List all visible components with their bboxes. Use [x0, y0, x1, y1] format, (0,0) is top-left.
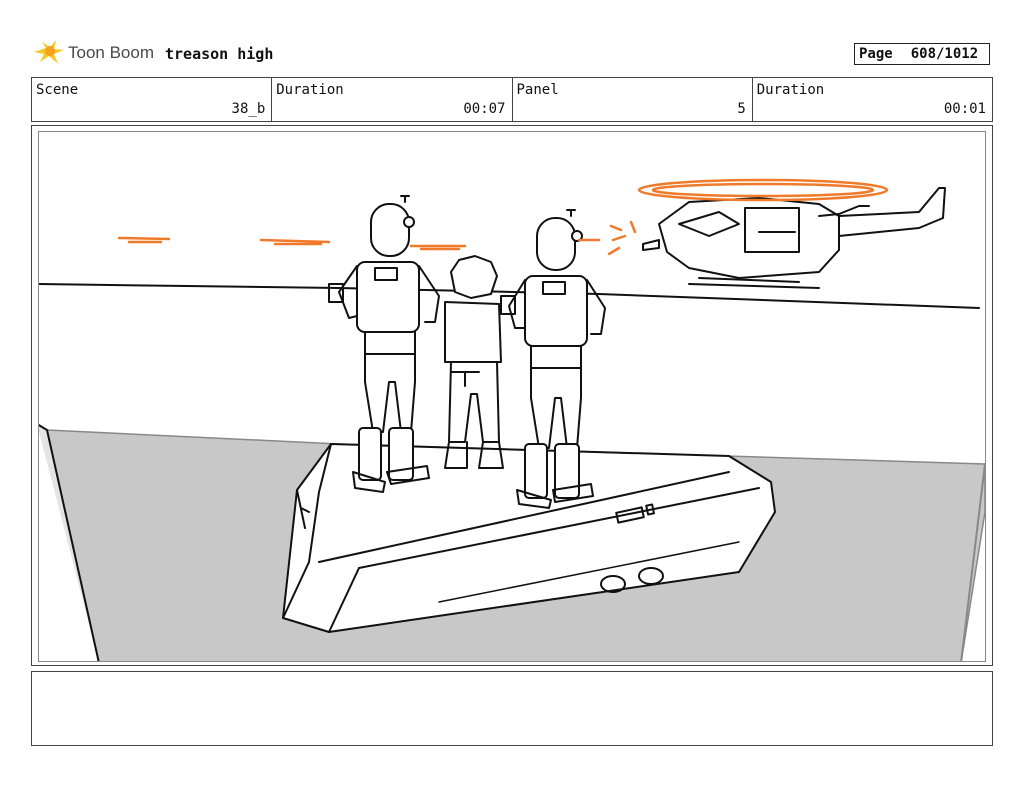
panel-value: 5 [737, 101, 746, 117]
page-value: 608/1012 [910, 46, 979, 62]
page-label: Page [859, 46, 893, 62]
scene-duration-cell: Duration 00:07 [272, 78, 513, 121]
panel-info-row: Scene 38_b Duration 00:07 Panel 5 Durati… [31, 77, 993, 122]
panel-sketch [39, 178, 985, 661]
scene-duration-value: 00:07 [463, 101, 506, 117]
toon-boom-logo-icon [34, 40, 64, 64]
muzzle-flash [607, 220, 637, 256]
panel-duration-cell: Duration 00:01 [753, 78, 992, 121]
scene-value: 38_b [231, 101, 266, 117]
page-indicator: Page 608/1012 [854, 43, 990, 65]
storyboard-panel-drawing [38, 131, 986, 662]
helicopter [642, 187, 946, 289]
scene-duration-label: Duration [276, 82, 344, 98]
scene-cell: Scene 38_b [32, 78, 273, 121]
panel-cell: Panel 5 [513, 78, 753, 121]
panel-notes-box [31, 671, 993, 746]
laser-bolt-1 [117, 236, 171, 244]
project-title: treason high [165, 45, 274, 63]
panel-duration-value: 00:01 [943, 101, 986, 117]
scene-label: Scene [36, 82, 79, 98]
logo-text: Toon Boom [68, 43, 154, 62]
laser-bolt-3 [409, 244, 467, 251]
laser-bolt-2 [259, 238, 331, 246]
panel-duration-label: Duration [756, 82, 825, 98]
toon-boom-logo: Toon Boom [32, 38, 157, 68]
panel-label: Panel [516, 82, 559, 98]
kid [444, 255, 504, 469]
